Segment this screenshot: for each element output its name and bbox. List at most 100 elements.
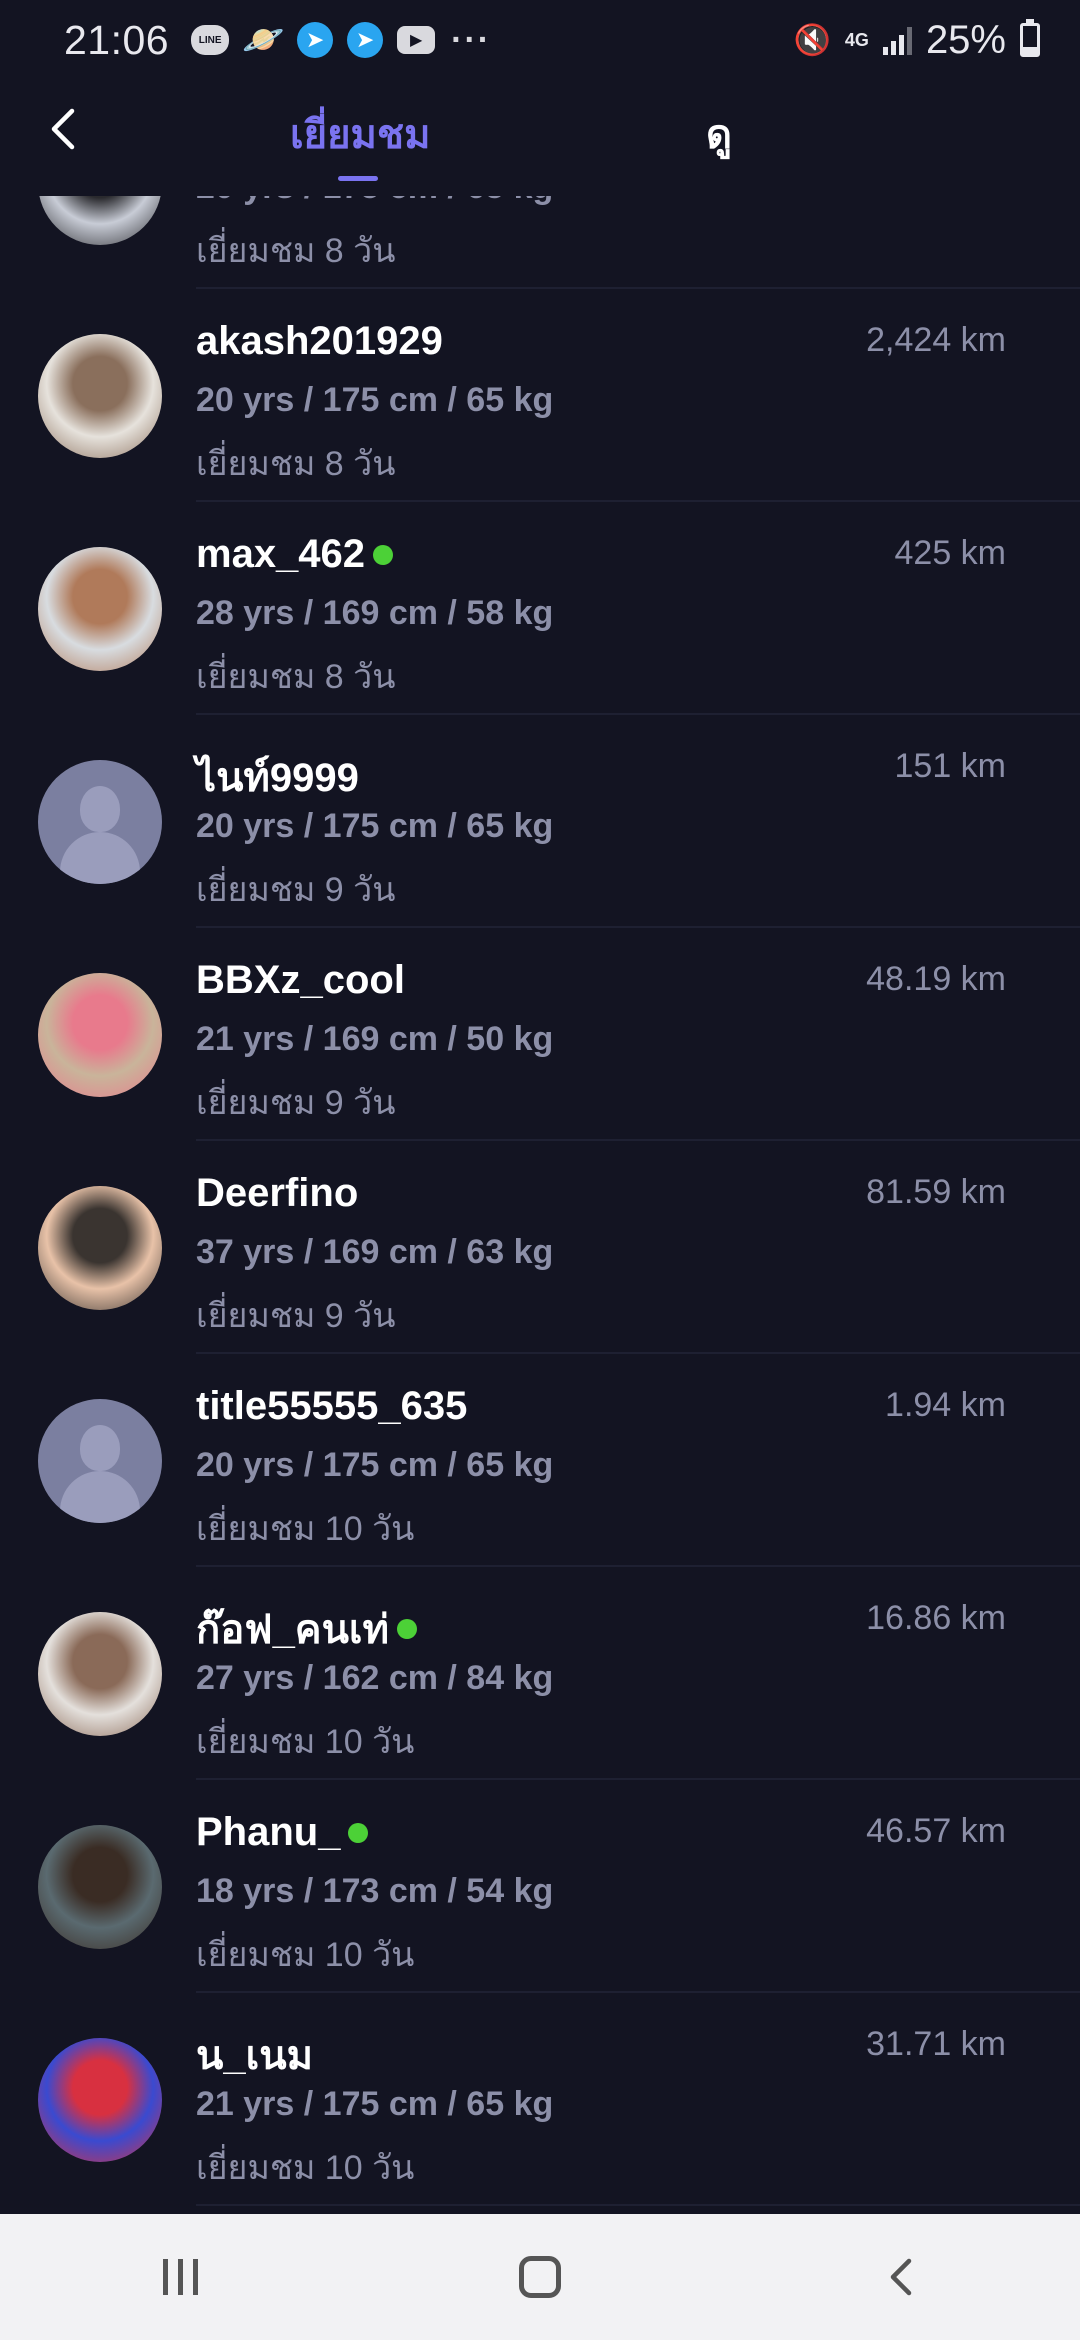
visitor-username: Phanu_ (196, 1810, 369, 1855)
avatar[interactable] (38, 1186, 162, 1310)
visit-time: เยี่ยมชม 10 วัน (196, 1723, 415, 1761)
visitor-stats: 20 yrs / 175 cm / 65 kg (196, 1446, 554, 1484)
visitor-list-item[interactable]: akash201929 20 yrs / 175 cm / 65 kg เยี่ยม… (0, 289, 1080, 502)
visitor-distance: 151 km (894, 747, 1007, 785)
avatar[interactable] (38, 1612, 162, 1736)
visitor-username-text: ไนท์9999 (196, 756, 359, 800)
visitor-list-item[interactable]: Phanu_ 18 yrs / 173 cm / 54 kg เยี่ยมชม 10… (0, 1780, 1080, 1993)
visitor-list-item[interactable]: ก๊อฟ_คนเท่ 27 yrs / 162 cm / 84 kg เยี่ยมช… (0, 1567, 1080, 1780)
visitor-username-text: น_เนม (196, 2034, 313, 2078)
tab-visits[interactable]: เยี่ยมชม (290, 102, 430, 166)
visitor-username-text: ก๊อฟ_คนเท่ (196, 1608, 389, 1652)
visit-time: เยี่ยมชม 8 วัน (196, 232, 396, 270)
back-button[interactable] (36, 102, 90, 156)
screen: 21:06 LINE 🪐 ➤ ➤ ▶ ··· 🔇 4G 25% เยี่ยมชม… (0, 0, 1080, 2340)
back-icon (890, 2258, 912, 2296)
avatar-body-shape (60, 1471, 140, 1523)
youtube-icon: ▶ (397, 26, 436, 54)
avatar-body-shape (60, 832, 140, 884)
visitor-list-content: 20 yrs / 175 cm / 65 kgเยี่ยมชม 8 วันaka… (0, 196, 1080, 2206)
home-button[interactable] (480, 2237, 600, 2317)
visitor-username-text: BBXz_cool (196, 958, 405, 1002)
battery-icon (1020, 19, 1040, 57)
system-nav-bar (0, 2214, 1080, 2340)
visitor-stats: 21 yrs / 169 cm / 50 kg (196, 1020, 554, 1058)
avatar[interactable] (38, 1825, 162, 1949)
system-back-button[interactable] (840, 2237, 960, 2317)
visitor-username: Deerfino (196, 1171, 358, 1216)
online-status-dot (396, 1619, 417, 1639)
default-avatar-icon[interactable] (38, 1399, 162, 1523)
avatar-head-shape (80, 786, 120, 832)
telegram-icon: ➤ (297, 22, 334, 58)
visitor-list-item[interactable]: title55555_635 20 yrs / 175 cm / 65 kg เยี… (0, 1354, 1080, 1567)
visitor-stats: 20 yrs / 175 cm / 65 kg (196, 807, 554, 845)
avatar[interactable] (38, 334, 162, 458)
visitor-stats: 28 yrs / 169 cm / 58 kg (196, 594, 554, 632)
line-icon: LINE (191, 25, 230, 55)
recents-button[interactable] (120, 2237, 240, 2317)
home-icon (519, 2256, 561, 2298)
visitor-list-item[interactable]: BBXz_cool 21 yrs / 169 cm / 50 kg เยี่ยมชม… (0, 928, 1080, 1141)
visitor-username: BBXz_cool (196, 958, 405, 1003)
visitor-list[interactable]: 20 yrs / 175 cm / 65 kgเยี่ยมชม 8 วันaka… (0, 196, 1080, 2214)
avatar[interactable] (38, 196, 162, 245)
visitor-username: title55555_635 (196, 1384, 467, 1429)
visitor-username-text: Deerfino (196, 1171, 359, 1215)
visitor-stats: 20 yrs / 175 cm / 65 kg (196, 196, 553, 207)
status-bar: 21:06 LINE 🪐 ➤ ➤ ▶ ··· 🔇 4G 25% (0, 0, 1080, 80)
visitor-username: max_462 (196, 532, 394, 577)
visitor-username: ไนท์9999 (196, 745, 359, 809)
saturn-icon: 🪐 (241, 21, 285, 59)
visitor-distance: 16.86 km (866, 1599, 1006, 1637)
recents-icon (162, 2259, 198, 2295)
online-status-dot (348, 1822, 369, 1843)
network-type: 4G (844, 30, 869, 50)
more-notifications-icon: ··· (451, 20, 492, 59)
visitor-stats: 37 yrs / 169 cm / 63 kg (196, 1233, 554, 1271)
visitor-username: akash201929 (196, 319, 443, 364)
visit-time: เยี่ยมชม 9 วัน (196, 1297, 396, 1335)
avatar[interactable] (38, 2038, 162, 2162)
visitor-list-item[interactable]: 20 yrs / 175 cm / 65 kg เยี่ยมชม 8 วัน (0, 196, 1080, 289)
visit-time: เยี่ยมชม 10 วัน (196, 2149, 415, 2187)
signal-icon (882, 25, 912, 55)
visitor-list-item[interactable]: max_462 28 yrs / 169 cm / 58 kg เยี่ยมชม 8… (0, 502, 1080, 715)
battery-percent: 25% (925, 17, 1006, 62)
default-avatar-icon[interactable] (38, 760, 162, 884)
visitor-list-item[interactable]: ไนท์9999 20 yrs / 175 cm / 65 kg เยี่ยมชม … (0, 715, 1080, 928)
visitor-distance: 31.71 km (866, 2025, 1006, 2063)
visitor-distance: 1.94 km (885, 1386, 1006, 1424)
visit-time: เยี่ยมชม 10 วัน (196, 1510, 415, 1548)
notification-icons: LINE 🪐 ➤ ➤ ▶ ··· (191, 20, 493, 59)
avatar[interactable] (38, 547, 162, 671)
visitor-list-item[interactable]: น_เนม 21 yrs / 175 cm / 65 kg เยี่ยมชม 10 … (0, 1993, 1080, 2206)
visitor-list-item[interactable]: Deerfino 37 yrs / 169 cm / 63 kg เยี่ยมชม … (0, 1141, 1080, 1354)
visitor-username-text: Phanu_ (196, 1810, 341, 1854)
online-status-dot (373, 544, 394, 565)
telegram-icon: ➤ (347, 22, 384, 58)
visitor-stats: 21 yrs / 175 cm / 65 kg (196, 2085, 554, 2123)
visit-time: เยี่ยมชม 8 วัน (196, 445, 396, 483)
header: เยี่ยมชม ดู (0, 80, 1080, 190)
visitor-distance: 81.59 km (866, 1173, 1006, 1211)
visit-time: เยี่ยมชม 9 วัน (196, 871, 396, 909)
visitor-distance: 48.19 km (866, 960, 1006, 998)
visit-time: เยี่ยมชม 9 วัน (196, 1084, 396, 1122)
active-tab-indicator (338, 176, 378, 181)
mute-icon: 🔇 (793, 23, 831, 57)
avatar-head-shape (80, 1425, 120, 1471)
chevron-left-icon (51, 108, 75, 150)
visit-time: เยี่ยมชม 10 วัน (196, 1936, 415, 1974)
visit-time: เยี่ยมชม 8 วัน (196, 658, 396, 696)
visitor-distance: 2,424 km (866, 321, 1006, 359)
visitor-username-text: akash201929 (196, 319, 443, 363)
system-status: 🔇 4G 25% (794, 18, 1040, 63)
visitor-distance: 46.57 km (866, 1812, 1006, 1850)
visitor-username-text: max_462 (196, 532, 366, 576)
avatar[interactable] (38, 973, 162, 1097)
tab-views[interactable]: ดู (706, 102, 732, 166)
visitor-distance: 425 km (894, 534, 1007, 572)
visitor-stats: 27 yrs / 162 cm / 84 kg (196, 1659, 554, 1697)
visitor-username: ก๊อฟ_คนเท่ (196, 1597, 417, 1661)
